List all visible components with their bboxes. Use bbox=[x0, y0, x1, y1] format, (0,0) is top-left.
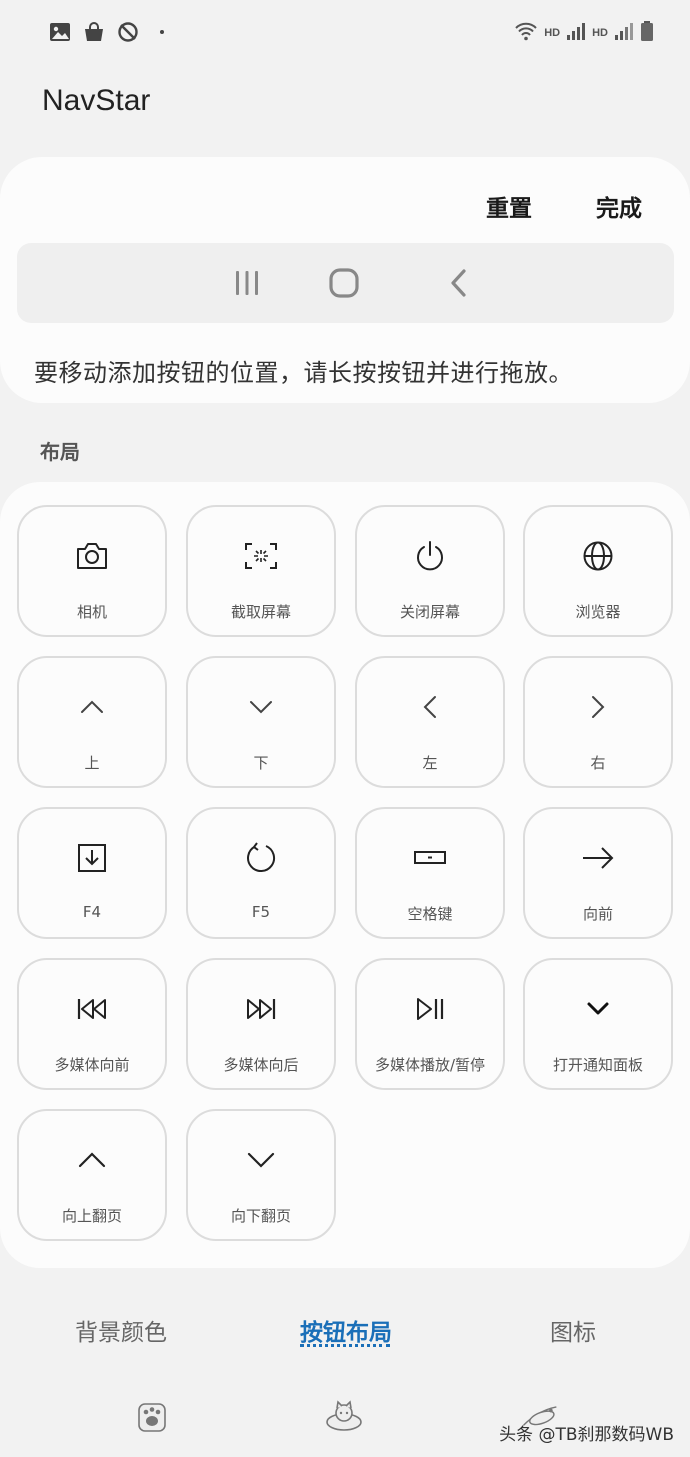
button-tile[interactable]: 右 bbox=[523, 656, 673, 788]
navbar-preview bbox=[17, 243, 674, 323]
button-label: 左 bbox=[422, 754, 438, 772]
recent-apps-icon[interactable] bbox=[229, 265, 265, 301]
button-label: 空格键 bbox=[407, 905, 453, 923]
button-tile[interactable]: 下 bbox=[186, 656, 336, 788]
refresh-icon bbox=[188, 841, 334, 875]
page-up-icon bbox=[19, 1143, 165, 1177]
signal-icon-2 bbox=[614, 21, 634, 45]
spacebar-icon bbox=[357, 841, 503, 875]
button-label: 多媒体向后 bbox=[223, 1056, 299, 1074]
preview-card: 重置 完成 要移动添加按钮的位置，请长按按钮并进行拖放。 bbox=[0, 157, 690, 403]
chevron-up-icon bbox=[19, 690, 165, 724]
button-label: 右 bbox=[590, 754, 606, 772]
button-tile[interactable]: 左 bbox=[355, 656, 505, 788]
chevron-left-icon bbox=[357, 690, 503, 724]
status-bar: HD HD bbox=[0, 0, 690, 68]
button-tile[interactable]: 多媒体向后 bbox=[186, 958, 336, 1090]
button-label: 打开通知面板 bbox=[552, 1056, 643, 1074]
button-tile[interactable]: 向下翻页 bbox=[186, 1109, 336, 1241]
screenshot-icon bbox=[188, 539, 334, 573]
battery-icon bbox=[640, 20, 654, 46]
button-tile[interactable]: 空格键 bbox=[355, 807, 505, 939]
button-tile[interactable]: 上 bbox=[17, 656, 167, 788]
tab-button-layout[interactable]: 按钮布局 bbox=[300, 1313, 392, 1347]
skip-next-icon bbox=[188, 992, 334, 1026]
button-tile[interactable]: 多媒体播放/暂停 bbox=[355, 958, 505, 1090]
back-icon[interactable] bbox=[441, 265, 477, 301]
button-label: 下 bbox=[253, 754, 269, 772]
instructions-text: 要移动添加按钮的位置，请长按按钮并进行拖放。 bbox=[34, 359, 573, 387]
button-tile[interactable]: 向上翻页 bbox=[17, 1109, 167, 1241]
button-label: 关闭屏幕 bbox=[399, 603, 460, 621]
button-label: 上 bbox=[84, 754, 100, 772]
button-label: 多媒体向前 bbox=[54, 1056, 130, 1074]
done-button[interactable]: 完成 bbox=[596, 189, 642, 223]
globe-icon bbox=[525, 539, 671, 573]
button-tile[interactable]: 关闭屏幕 bbox=[355, 505, 505, 637]
section-label: 布局 bbox=[40, 440, 80, 464]
camera-icon bbox=[19, 539, 165, 573]
button-tile[interactable]: F4 bbox=[17, 807, 167, 939]
button-tile[interactable]: 截取屏幕 bbox=[186, 505, 336, 637]
image-icon bbox=[48, 20, 72, 44]
tab-icons[interactable]: 图标 bbox=[550, 1313, 596, 1347]
button-grid: 相机 截取屏幕 关闭屏幕 浏览器 上 下 左 右 F4 F5 空格键 向前 多媒… bbox=[0, 482, 690, 1268]
hd-indicator-2: HD bbox=[592, 27, 608, 39]
watermark: 头条 @TB刹那数码WB bbox=[499, 1425, 674, 1445]
home-icon[interactable] bbox=[326, 265, 362, 301]
button-label: 向下翻页 bbox=[230, 1207, 291, 1225]
button-label: 截取屏幕 bbox=[230, 603, 291, 621]
button-tile[interactable]: 相机 bbox=[17, 505, 167, 637]
download-box-icon bbox=[19, 841, 165, 875]
paw-icon[interactable] bbox=[132, 1396, 172, 1436]
app-title: NavStar bbox=[42, 84, 151, 117]
chevron-right-icon bbox=[525, 690, 671, 724]
arrow-right-icon bbox=[525, 841, 671, 875]
cat-icon[interactable] bbox=[324, 1396, 364, 1436]
button-label: 向上翻页 bbox=[61, 1207, 122, 1225]
button-label: F4 bbox=[82, 903, 102, 921]
tab-background-color[interactable]: 背景颜色 bbox=[75, 1313, 167, 1347]
button-tile[interactable]: 多媒体向前 bbox=[17, 958, 167, 1090]
status-right-icons: HD HD bbox=[514, 20, 654, 46]
button-tile[interactable]: 打开通知面板 bbox=[523, 958, 673, 1090]
button-tile[interactable]: 向前 bbox=[523, 807, 673, 939]
button-label: 浏览器 bbox=[575, 603, 621, 621]
page-down-icon bbox=[188, 1143, 334, 1177]
button-label: 多媒体播放/暂停 bbox=[374, 1056, 486, 1074]
shopping-bag-icon bbox=[82, 20, 106, 44]
bottom-tabs: 背景颜色 按钮布局 图标 bbox=[0, 1305, 690, 1355]
card-actions: 重置 完成 bbox=[486, 189, 642, 223]
hd-indicator-1: HD bbox=[544, 27, 561, 39]
chevron-down-icon bbox=[188, 690, 334, 724]
button-label: F5 bbox=[251, 903, 271, 921]
power-icon bbox=[357, 539, 503, 573]
blocked-sync-icon bbox=[116, 20, 140, 44]
reset-button[interactable]: 重置 bbox=[486, 189, 532, 223]
notification-dot bbox=[160, 30, 164, 34]
signal-icon-1 bbox=[566, 21, 586, 45]
button-tile[interactable]: 浏览器 bbox=[523, 505, 673, 637]
play-pause-icon bbox=[357, 992, 503, 1026]
wifi-icon bbox=[514, 21, 538, 45]
chevron-down-bold-icon bbox=[525, 992, 671, 1026]
button-tile[interactable]: F5 bbox=[186, 807, 336, 939]
skip-previous-icon bbox=[19, 992, 165, 1026]
active-tab-indicator bbox=[300, 1344, 390, 1347]
status-left-icons bbox=[48, 20, 164, 44]
button-label: 相机 bbox=[76, 603, 107, 621]
button-label: 向前 bbox=[582, 905, 613, 923]
